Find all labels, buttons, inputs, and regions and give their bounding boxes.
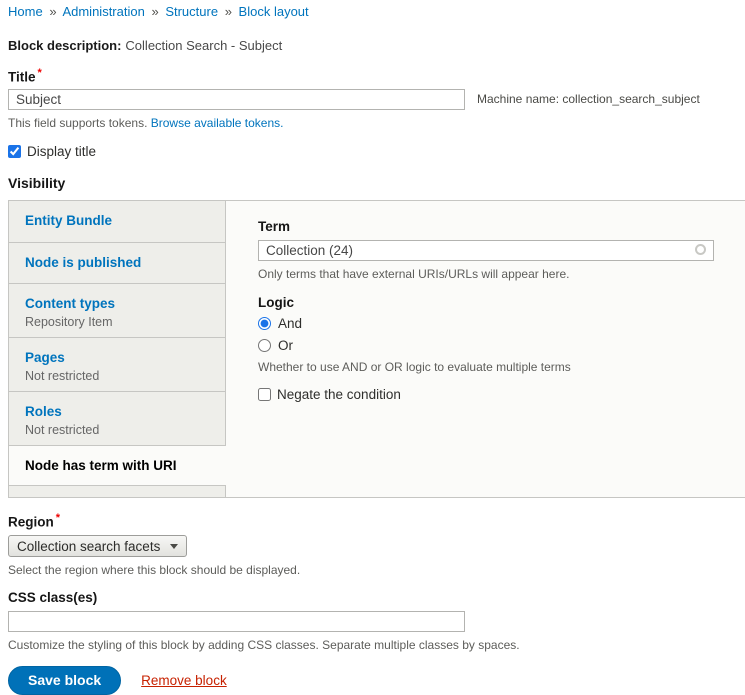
vertical-tab-link[interactable]: Node has term with URI bbox=[25, 458, 218, 474]
title-form-item: Title* Machine name: collection_search_s… bbox=[8, 66, 745, 130]
term-label: Term bbox=[258, 219, 729, 234]
block-description-value: Collection Search - Subject bbox=[125, 38, 282, 53]
vertical-tab-link[interactable]: Node is published bbox=[25, 255, 217, 271]
vertical-tab-summary: Not restricted bbox=[25, 422, 217, 438]
machine-name-text: Machine name: collection_search_subject bbox=[477, 92, 700, 106]
vertical-tab-link[interactable]: Pages bbox=[25, 350, 217, 366]
logic-option-and: And bbox=[258, 315, 729, 332]
vertical-tab-link[interactable]: Roles bbox=[25, 404, 217, 420]
breadcrumb-link-structure[interactable]: Structure bbox=[165, 4, 218, 19]
vertical-tab-node-is-published[interactable]: Node is published bbox=[9, 243, 226, 284]
breadcrumb-separator: » bbox=[49, 4, 56, 19]
visibility-heading: Visibility bbox=[8, 175, 745, 191]
logic-or-label[interactable]: Or bbox=[278, 338, 293, 353]
autocomplete-throbber-icon bbox=[695, 244, 706, 255]
remove-block-link[interactable]: Remove block bbox=[141, 673, 227, 688]
region-label: Region* bbox=[8, 511, 745, 530]
breadcrumb: Home » Administration » Structure » Bloc… bbox=[8, 4, 745, 19]
vertical-tab-node-has-term-with-uri[interactable]: Node has term with URI bbox=[9, 446, 226, 486]
negate-condition-label[interactable]: Negate the condition bbox=[277, 387, 401, 402]
block-description: Block description: Collection Search - Su… bbox=[8, 38, 745, 53]
css-classes-form-item: CSS class(es) Customize the styling of t… bbox=[8, 590, 745, 652]
css-classes-description: Customize the styling of this block by a… bbox=[8, 638, 745, 652]
browse-tokens-link[interactable]: Browse available tokens. bbox=[151, 116, 284, 130]
term-autocomplete-input[interactable] bbox=[258, 240, 714, 261]
title-input[interactable] bbox=[8, 89, 465, 110]
css-classes-label: CSS class(es) bbox=[8, 590, 745, 605]
vertical-tab-content-types[interactable]: Content types Repository Item bbox=[9, 284, 226, 338]
logic-and-radio[interactable] bbox=[258, 317, 271, 330]
vertical-tab-roles[interactable]: Roles Not restricted bbox=[9, 392, 226, 446]
visibility-vertical-tabs: Entity Bundle Node is published Content … bbox=[8, 200, 745, 498]
required-marker: * bbox=[38, 67, 42, 79]
breadcrumb-link-home[interactable]: Home bbox=[8, 4, 43, 19]
block-description-label: Block description: bbox=[8, 38, 121, 53]
breadcrumb-link-block-layout[interactable]: Block layout bbox=[239, 4, 309, 19]
block-configuration-page: Home » Administration » Structure » Bloc… bbox=[0, 0, 745, 695]
negate-form-item: Negate the condition bbox=[258, 387, 729, 402]
form-actions: Save block Remove block bbox=[8, 666, 745, 695]
display-title-form-item: Display title bbox=[8, 144, 745, 159]
logic-description: Whether to use AND or OR logic to evalua… bbox=[258, 360, 729, 374]
logic-and-label[interactable]: And bbox=[278, 316, 302, 331]
vertical-tab-summary: Not restricted bbox=[25, 368, 217, 384]
region-description: Select the region where this block shoul… bbox=[8, 563, 745, 577]
logic-or-radio[interactable] bbox=[258, 339, 271, 352]
vertical-tab-summary: Repository Item bbox=[25, 314, 217, 330]
region-select[interactable]: Collection search facets bbox=[8, 535, 187, 557]
vertical-tab-entity-bundle[interactable]: Entity Bundle bbox=[9, 201, 226, 243]
logic-label: Logic bbox=[258, 295, 729, 310]
region-form-item: Region* Collection search facets Select … bbox=[8, 511, 745, 578]
breadcrumb-separator: » bbox=[151, 4, 158, 19]
logic-option-or: Or bbox=[258, 337, 729, 354]
vertical-tab-pages[interactable]: Pages Not restricted bbox=[9, 338, 226, 392]
save-block-button[interactable]: Save block bbox=[8, 666, 121, 695]
vertical-tab-link[interactable]: Entity Bundle bbox=[25, 213, 217, 229]
title-label: Title* bbox=[8, 66, 745, 85]
vertical-tabs-menu-footer bbox=[9, 486, 226, 497]
breadcrumb-link-administration[interactable]: Administration bbox=[62, 4, 144, 19]
node-has-term-with-uri-pane: Term Only terms that have external URIs/… bbox=[226, 201, 745, 497]
required-marker: * bbox=[56, 512, 60, 524]
region-select-value: Collection search facets bbox=[17, 539, 160, 554]
css-classes-input[interactable] bbox=[8, 611, 465, 632]
negate-condition-checkbox[interactable] bbox=[258, 388, 271, 401]
vertical-tab-link[interactable]: Content types bbox=[25, 296, 217, 312]
term-description: Only terms that have external URIs/URLs … bbox=[258, 267, 729, 281]
display-title-label[interactable]: Display title bbox=[27, 144, 96, 159]
vertical-tabs-menu: Entity Bundle Node is published Content … bbox=[8, 201, 226, 497]
caret-down-icon bbox=[170, 544, 178, 549]
breadcrumb-separator: » bbox=[225, 4, 232, 19]
display-title-checkbox[interactable] bbox=[8, 145, 21, 158]
title-help-text: This field supports tokens. Browse avail… bbox=[8, 116, 745, 130]
